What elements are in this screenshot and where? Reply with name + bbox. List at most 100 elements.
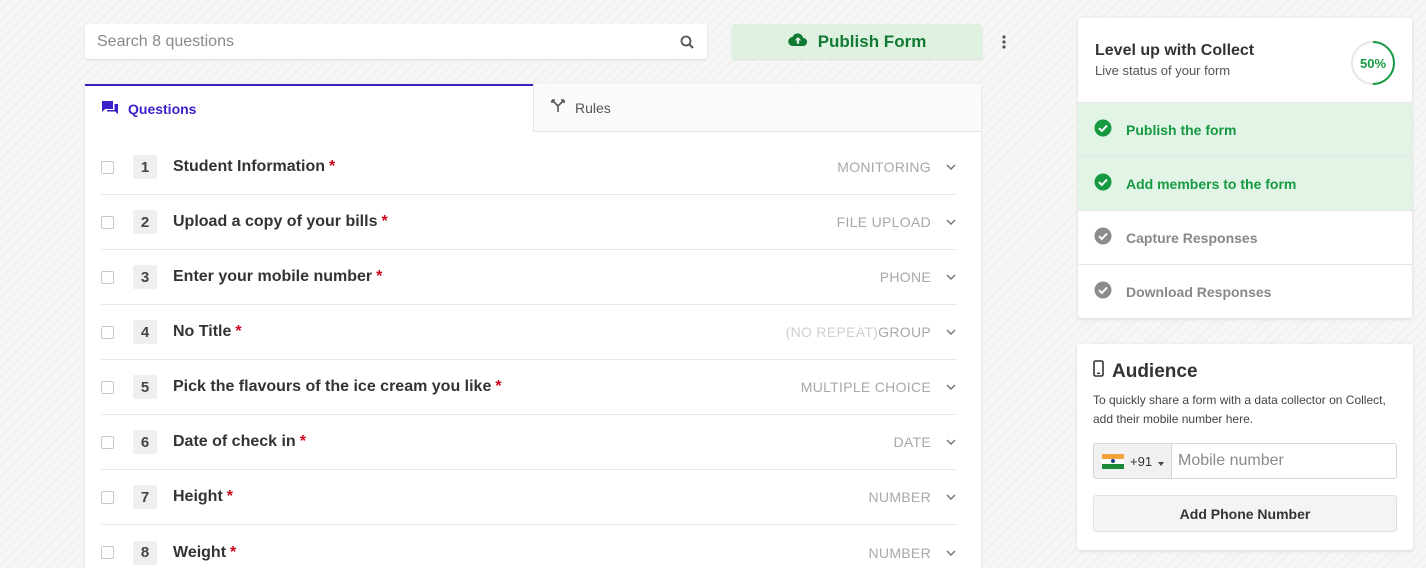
question-checkbox[interactable] <box>101 380 114 394</box>
question-title: Enter your mobile number * <box>173 268 383 285</box>
question-row[interactable]: 1 Student Information * MONITORING <box>101 140 957 195</box>
question-number: 6 <box>133 430 157 454</box>
country-code-select[interactable]: +91 <box>1094 444 1172 478</box>
question-row[interactable]: 4 No Title * (NO REPEAT)GROUP <box>101 305 957 360</box>
progress-ring: 50% <box>1350 40 1396 86</box>
caret-down-icon <box>1158 454 1165 469</box>
search-bar[interactable] <box>85 24 707 59</box>
search-icon[interactable] <box>679 34 695 50</box>
question-type: FILE UPLOAD <box>836 214 931 230</box>
step-label: Add members to the form <box>1126 175 1297 192</box>
chat-icon <box>102 100 118 118</box>
chevron-down-icon[interactable] <box>945 491 957 503</box>
phone-input-group: +91 <box>1093 443 1397 479</box>
step-publish-form[interactable]: Publish the form <box>1078 102 1412 156</box>
question-checkbox[interactable] <box>101 215 114 229</box>
question-number: 4 <box>133 320 157 344</box>
question-number: 2 <box>133 210 157 234</box>
question-type: NUMBER <box>868 544 931 561</box>
question-type: NUMBER <box>868 489 931 505</box>
question-type: DATE <box>893 434 931 450</box>
audience-card: Audience To quickly share a form with a … <box>1077 344 1413 550</box>
question-checkbox[interactable] <box>101 435 114 449</box>
audience-heading: Audience <box>1093 360 1397 383</box>
add-phone-number-button[interactable]: Add Phone Number <box>1093 495 1397 532</box>
question-title: Pick the flavours of the ice cream you l… <box>173 378 502 395</box>
question-list: 1 Student Information * MONITORING 2 Uplo… <box>85 132 981 568</box>
step-label: Download Responses <box>1126 283 1272 300</box>
chevron-down-icon[interactable] <box>945 381 957 393</box>
tab-rules[interactable]: Rules <box>533 84 981 132</box>
chevron-down-icon[interactable] <box>945 547 957 559</box>
check-circle-icon <box>1094 119 1112 140</box>
question-row[interactable]: 5 Pick the flavours of the ice cream you… <box>101 360 957 415</box>
audience-description: To quickly share a form with a data coll… <box>1093 393 1386 426</box>
question-row[interactable]: 8 Weight * NUMBER <box>101 525 957 568</box>
chevron-down-icon[interactable] <box>945 216 957 228</box>
question-title: Date of check in * <box>173 433 306 450</box>
branch-icon <box>551 99 565 116</box>
question-number: 5 <box>133 375 157 399</box>
mobile-phone-icon <box>1093 360 1104 383</box>
publish-form-label: Publish Form <box>817 31 927 51</box>
question-checkbox[interactable] <box>101 325 114 339</box>
required-marker: * <box>299 433 306 450</box>
chevron-down-icon[interactable] <box>945 436 957 448</box>
question-type: PHONE <box>879 269 931 285</box>
tab-bar: Questions Rules <box>85 84 981 132</box>
level-up-header: Level up with Collect Live status of you… <box>1078 18 1412 102</box>
required-marker: * <box>495 378 502 395</box>
step-capture-responses[interactable]: Capture Responses <box>1078 210 1412 264</box>
chevron-down-icon[interactable] <box>945 161 957 173</box>
question-title: Weight * <box>173 543 237 561</box>
step-label: Capture Responses <box>1126 229 1258 246</box>
tab-questions[interactable]: Questions <box>85 84 533 132</box>
audience-title: Audience <box>1112 360 1198 382</box>
kebab-icon[interactable] <box>996 32 1012 52</box>
cloud-upload-icon <box>787 32 808 52</box>
mobile-number-input[interactable] <box>1172 444 1396 478</box>
required-marker: * <box>328 158 336 175</box>
required-marker: * <box>235 323 242 340</box>
question-number: 8 <box>133 540 157 565</box>
question-checkbox[interactable] <box>101 546 114 559</box>
chevron-down-icon[interactable] <box>945 326 957 338</box>
question-title: Upload a copy of your bills * <box>173 213 388 230</box>
step-download-responses[interactable]: Download Responses <box>1078 264 1412 318</box>
tab-questions-label: Questions <box>128 101 197 117</box>
question-title: Student Information * <box>173 158 336 175</box>
required-marker: * <box>230 543 237 561</box>
tab-rules-label: Rules <box>575 99 611 116</box>
question-title: No Title * <box>173 323 242 340</box>
search-input[interactable] <box>97 32 679 51</box>
question-type: (NO REPEAT)GROUP <box>785 324 931 340</box>
required-marker: * <box>381 213 388 230</box>
question-type: MULTIPLE CHOICE <box>800 379 931 395</box>
question-row[interactable]: 3 Enter your mobile number * PHONE <box>101 250 957 305</box>
question-checkbox[interactable] <box>101 490 114 504</box>
progress-label: 50% <box>1360 56 1386 71</box>
questions-panel: Questions Rules 1 Student Information * M… <box>85 84 981 568</box>
check-circle-icon <box>1094 281 1112 302</box>
question-row[interactable]: 7 Height * NUMBER <box>101 470 957 525</box>
question-title: Height * <box>173 488 234 505</box>
step-add-members[interactable]: Add members to the form <box>1078 156 1412 210</box>
question-number: 3 <box>133 265 157 289</box>
publish-form-button[interactable]: Publish Form <box>732 24 982 59</box>
check-circle-icon <box>1094 173 1112 194</box>
question-checkbox[interactable] <box>101 160 114 174</box>
question-number: 7 <box>133 485 157 509</box>
country-code: +91 <box>1130 453 1153 469</box>
question-row[interactable]: 2 Upload a copy of your bills * FILE UPLO… <box>101 195 957 250</box>
india-flag-icon <box>1102 453 1124 469</box>
level-up-card: Level up with Collect Live status of you… <box>1078 18 1412 318</box>
check-circle-icon <box>1094 227 1112 248</box>
question-type: MONITORING <box>837 159 931 175</box>
step-label: Publish the form <box>1126 121 1237 138</box>
required-marker: * <box>226 488 234 505</box>
question-checkbox[interactable] <box>101 270 114 284</box>
chevron-down-icon[interactable] <box>945 271 957 283</box>
question-number: 1 <box>133 155 157 179</box>
question-row[interactable]: 6 Date of check in * DATE <box>101 415 957 470</box>
required-marker: * <box>376 268 383 285</box>
